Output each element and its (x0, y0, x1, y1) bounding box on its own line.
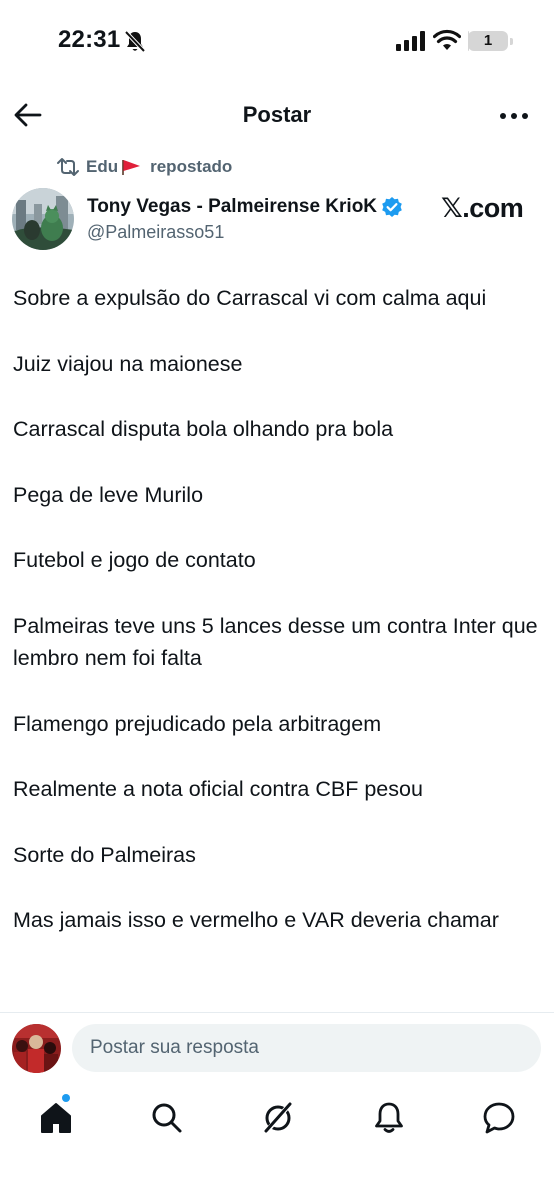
xcom-watermark: 𝕏.com (441, 193, 524, 224)
notifications-bell-icon[interactable] (371, 1100, 407, 1136)
author-avatar[interactable] (12, 188, 74, 250)
reply-avatar (12, 1024, 61, 1073)
wifi-icon (433, 29, 461, 50)
more-horizontal-icon[interactable] (496, 104, 532, 128)
battery-nub (510, 38, 513, 45)
battery-percent: 1 (483, 32, 493, 49)
post-paragraph: Carrascal disputa bola olhando pra bola (13, 417, 394, 441)
battery-icon: 1 (468, 31, 508, 51)
post-paragraph: Futebol e jogo de contato (13, 548, 256, 572)
post-paragraph: Realmente a nota oficial contra CBF peso… (13, 777, 423, 801)
header: Postar (0, 92, 554, 138)
reply-avatar-image (12, 1024, 61, 1073)
repost-context[interactable]: Edu repostado (56, 156, 232, 178)
search-icon[interactable] (149, 1100, 185, 1136)
post-paragraph: Juiz viajou na maionese (13, 351, 243, 376)
post-paragraph: Sorte do Palmeiras (13, 842, 196, 867)
repost-icon (57, 158, 79, 176)
post-text: Sobre a expulsão do Carrascal vi com cal… (13, 282, 543, 970)
post-paragraph: Palmeiras teve uns 5 lances desse um con… (13, 613, 544, 671)
repost-label: repostado (150, 157, 233, 176)
verified-badge-icon (382, 197, 402, 217)
grok-icon[interactable] (260, 1100, 296, 1136)
post-paragraph: Flamengo prejudicado pela arbitragem (13, 711, 382, 736)
bottom-nav (0, 1090, 554, 1150)
home-notification-dot (62, 1094, 70, 1102)
status-bar: 22:31 1 (0, 0, 554, 84)
author-avatar-image (12, 188, 74, 250)
author-handle[interactable]: @Palmeirasso51 (87, 222, 224, 243)
home-icon[interactable] (38, 1100, 74, 1136)
messages-icon[interactable] (481, 1100, 517, 1136)
author-name: Tony Vegas - Palmeirense KrioK (87, 196, 378, 217)
bell-slash-icon (124, 30, 146, 53)
x-logo: 𝕏 (441, 193, 463, 224)
post-paragraph: Pega de leve Murilo (13, 482, 204, 507)
post-paragraph: Mas jamais isso e vermelho e VAR deveria… (13, 908, 499, 932)
page-title: Postar (242, 102, 312, 127)
signal-icon (396, 31, 425, 51)
post-paragraph: Sobre a expulsão do Carrascal vi com cal… (13, 286, 487, 310)
reply-input[interactable] (72, 1024, 541, 1072)
divider (0, 1012, 554, 1013)
red-flag-icon (122, 160, 141, 175)
author-name-row[interactable]: Tony Vegas - Palmeirense KrioK (87, 196, 403, 218)
repost-user: Edu (86, 157, 119, 176)
xcom-domain: .com (462, 193, 524, 223)
status-time: 22:31 (58, 26, 121, 53)
